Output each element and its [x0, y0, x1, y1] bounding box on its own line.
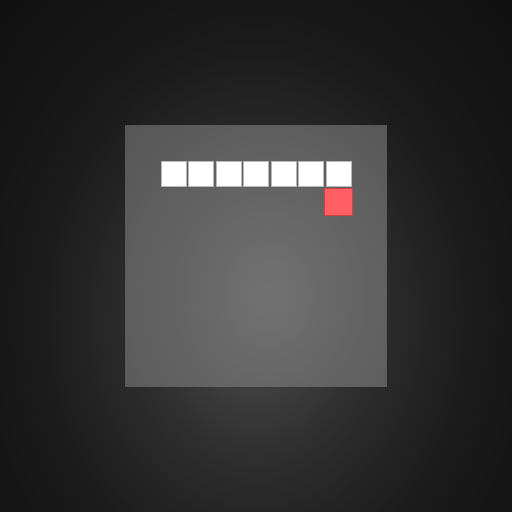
snake-segment — [298, 160, 324, 187]
snake-segment — [160, 160, 187, 187]
snake-segment — [215, 160, 242, 187]
snake-head — [325, 160, 352, 187]
snake-segment — [270, 160, 297, 187]
snake-segment — [188, 160, 214, 187]
snake-segment — [243, 160, 269, 187]
food-pellet — [323, 188, 353, 216]
game-board — [125, 125, 387, 387]
